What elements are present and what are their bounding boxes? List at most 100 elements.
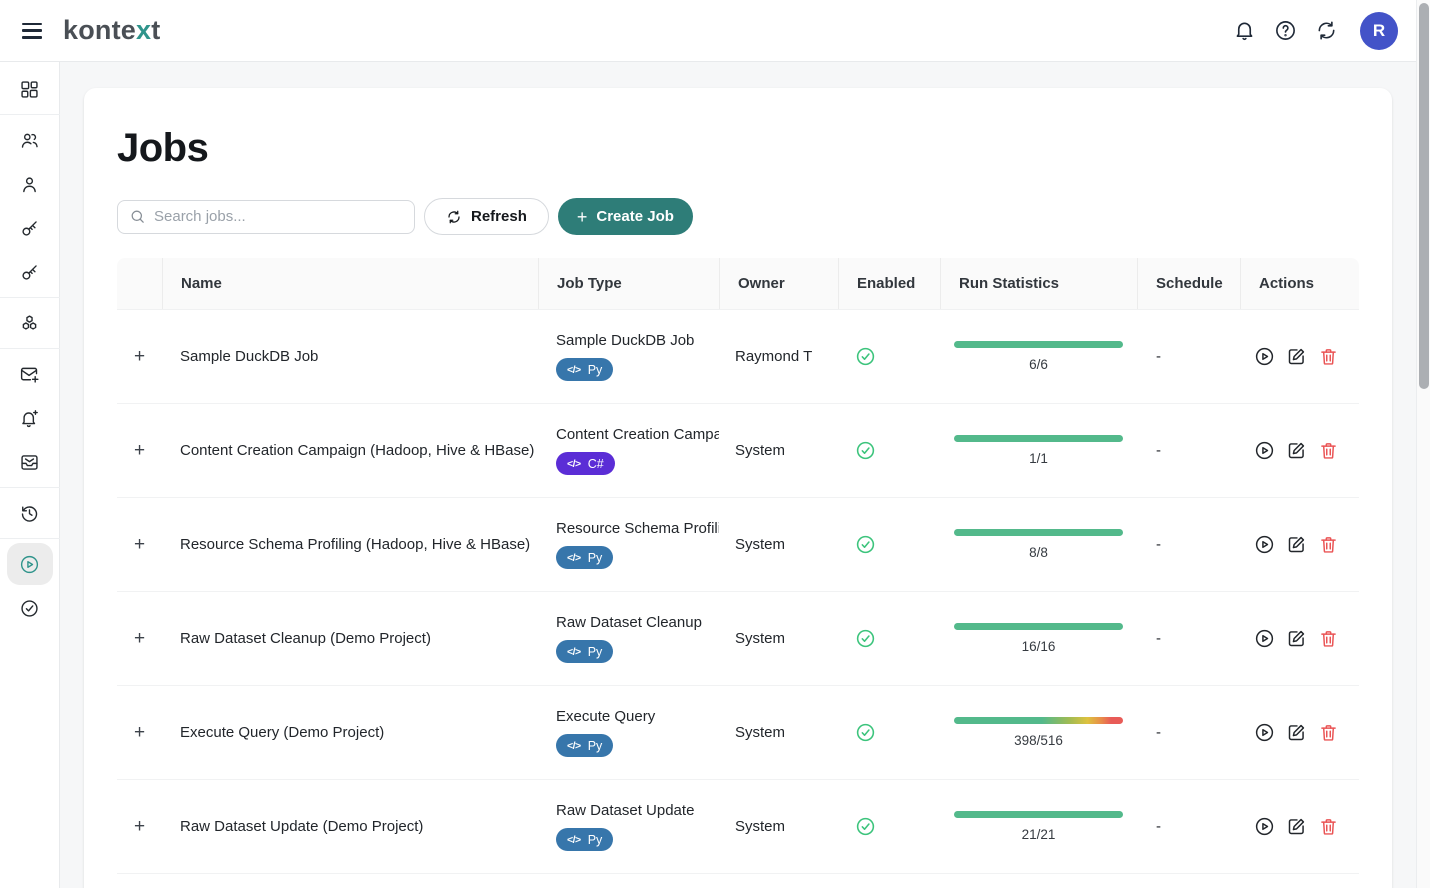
job-owner: System: [719, 442, 838, 459]
menu-icon: [22, 23, 42, 25]
run-job-button[interactable]: [1254, 440, 1275, 461]
sidebar-item-user[interactable]: [7, 163, 53, 205]
edit-job-button[interactable]: [1286, 534, 1307, 555]
trash-icon: [1318, 440, 1339, 461]
menu-button[interactable]: [22, 23, 42, 39]
code-icon: </>: [567, 458, 581, 470]
expand-row-button[interactable]: +: [134, 817, 145, 836]
play-circle-icon: [1254, 722, 1275, 743]
enabled-cell: [838, 628, 940, 649]
sidebar-item-check-circle[interactable]: [7, 587, 53, 629]
sidebar-item-bell-plus[interactable]: [7, 397, 53, 439]
sidebar-item-key[interactable]: [7, 251, 53, 293]
expand-row-button[interactable]: +: [134, 441, 145, 460]
scrollbar-thumb[interactable]: [1419, 3, 1429, 389]
delete-job-button[interactable]: [1318, 346, 1339, 367]
job-name: Raw Dataset Update (Demo Project): [162, 818, 538, 835]
enabled-cell: [838, 816, 940, 837]
create-job-button[interactable]: + Create Job: [558, 198, 693, 235]
language-badge: </> Py: [556, 546, 613, 569]
sidebar-item-play-circle-active[interactable]: [7, 543, 53, 585]
sidebar-nav: [0, 62, 60, 888]
run-progress-bar: [954, 623, 1123, 630]
run-job-button[interactable]: [1254, 722, 1275, 743]
delete-job-button[interactable]: [1318, 816, 1339, 837]
vertical-scrollbar[interactable]: [1416, 0, 1430, 888]
app-logo: kontext: [63, 15, 160, 46]
bell-plus-icon: [19, 408, 40, 429]
edit-icon: [1286, 346, 1307, 367]
mail-plus-icon: [19, 364, 40, 385]
job-schedule: -: [1137, 818, 1240, 835]
column-header-name: Name: [162, 258, 538, 309]
key-icon: [19, 218, 40, 239]
language-badge: </> Py: [556, 734, 613, 757]
run-progress-bar: [954, 717, 1123, 724]
sidebar-item-key[interactable]: [7, 207, 53, 249]
table-row: + Content Creation Campaign (Hadoop, Hiv…: [117, 404, 1359, 498]
delete-job-button[interactable]: [1318, 628, 1339, 649]
sidebar-item-dashboard[interactable]: [7, 68, 53, 110]
actions-cell: [1240, 440, 1359, 461]
column-header-owner: Owner: [719, 258, 838, 309]
top-bar: kontext R: [0, 0, 1416, 62]
run-stats-label: 8/8: [1029, 545, 1048, 560]
sidebar-item-inbox[interactable]: [7, 441, 53, 483]
edit-job-button[interactable]: [1286, 346, 1307, 367]
check-circle-icon: [855, 722, 940, 743]
edit-job-button[interactable]: [1286, 816, 1307, 837]
job-schedule: -: [1137, 630, 1240, 647]
column-header-schedule: Schedule: [1137, 258, 1240, 309]
job-name: Resource Schema Profiling (Hadoop, Hive …: [162, 536, 538, 553]
job-schedule: -: [1137, 724, 1240, 741]
run-job-button[interactable]: [1254, 346, 1275, 367]
job-type-name: Raw Dataset Update: [556, 802, 719, 819]
job-type-name: Raw Dataset Cleanup: [556, 614, 719, 631]
sidebar-divider: [0, 487, 60, 488]
user-avatar[interactable]: R: [1360, 12, 1398, 50]
refresh-icon: [446, 209, 462, 225]
notifications-button[interactable]: [1233, 19, 1256, 42]
edit-job-button[interactable]: [1286, 440, 1307, 461]
edit-icon: [1286, 816, 1307, 837]
table-row: + Resource Schema Profiling (Hadoop, Hiv…: [117, 498, 1359, 592]
edit-job-button[interactable]: [1286, 722, 1307, 743]
sync-button[interactable]: [1315, 19, 1338, 42]
run-stats-label: 16/16: [1022, 639, 1056, 654]
search-input[interactable]: [154, 208, 403, 225]
actions-cell: [1240, 534, 1359, 555]
run-progress-bar: [954, 435, 1123, 442]
table-body: + Sample DuckDB Job Sample DuckDB Job </…: [117, 310, 1359, 874]
job-type-cell: Content Creation Campaign (Hadoop, Hive …: [538, 426, 719, 475]
job-name: Execute Query (Demo Project): [162, 724, 538, 741]
column-header-job-type: Job Type: [538, 258, 719, 309]
play-circle-icon: [1254, 816, 1275, 837]
run-progress-bar: [954, 529, 1123, 536]
sidebar-item-users[interactable]: [7, 119, 53, 161]
sidebar-item-cluster[interactable]: [7, 302, 53, 344]
edit-icon: [1286, 534, 1307, 555]
refresh-button[interactable]: Refresh: [424, 198, 549, 235]
expand-row-button[interactable]: +: [134, 347, 145, 366]
run-job-button[interactable]: [1254, 534, 1275, 555]
job-type-cell: Resource Schema Profiling (Hadoop, Hive …: [538, 520, 719, 569]
run-job-button[interactable]: [1254, 628, 1275, 649]
expand-row-button[interactable]: +: [134, 723, 145, 742]
expand-row-button[interactable]: +: [134, 535, 145, 554]
sidebar-item-history[interactable]: [7, 492, 53, 534]
run-stats-label: 1/1: [1029, 451, 1048, 466]
delete-job-button[interactable]: [1318, 440, 1339, 461]
run-stats-label: 398/516: [1014, 733, 1063, 748]
edit-job-button[interactable]: [1286, 628, 1307, 649]
sidebar-item-mail-plus[interactable]: [7, 353, 53, 395]
delete-job-button[interactable]: [1318, 722, 1339, 743]
help-button[interactable]: [1274, 19, 1297, 42]
table-header-row: NameJob TypeOwnerEnabledRun StatisticsSc…: [117, 258, 1359, 310]
expand-row-button[interactable]: +: [134, 629, 145, 648]
run-statistics-cell: 6/6: [940, 341, 1137, 372]
job-owner: System: [719, 536, 838, 553]
delete-job-button[interactable]: [1318, 534, 1339, 555]
search-box: [117, 200, 415, 234]
run-job-button[interactable]: [1254, 816, 1275, 837]
actions-cell: [1240, 628, 1359, 649]
